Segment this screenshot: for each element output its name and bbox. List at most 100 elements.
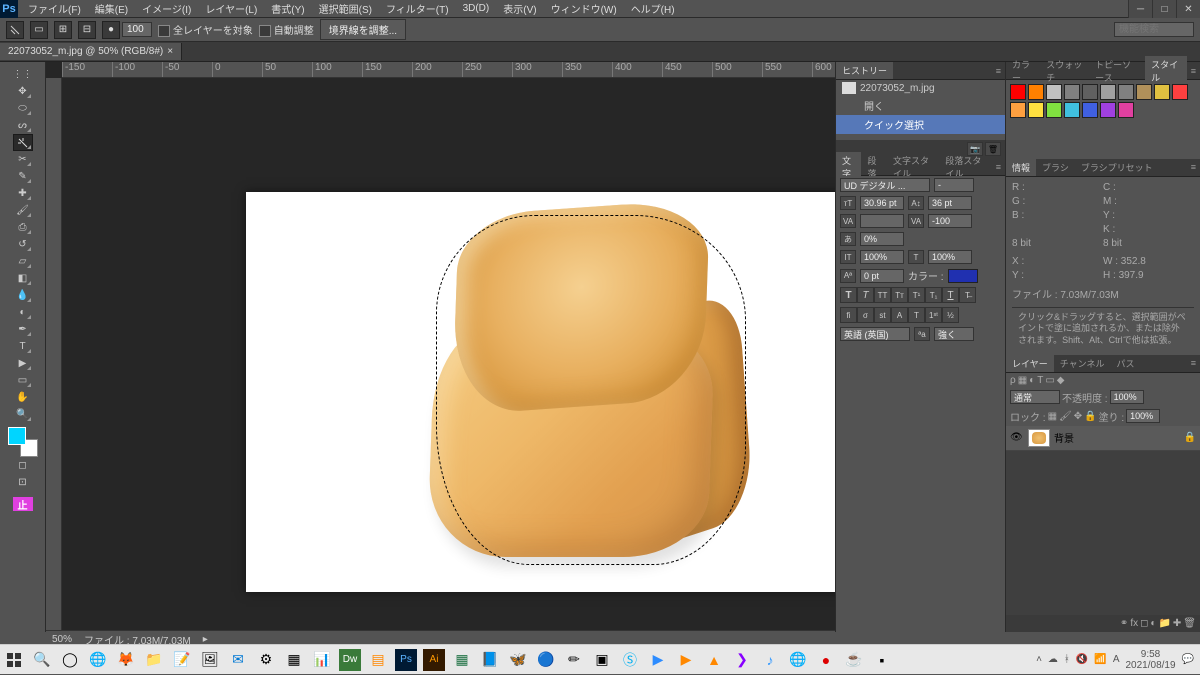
photos-icon[interactable]: 🖼 (196, 645, 224, 675)
tray-ime-icon[interactable]: A (1113, 654, 1120, 665)
lock-pos-icon[interactable]: ✥ (1074, 411, 1082, 422)
lock-trans-icon[interactable]: ▦ (1048, 411, 1057, 422)
brush-size-input[interactable] (122, 22, 152, 37)
swatch-item[interactable] (1028, 84, 1044, 100)
text-color-swatch[interactable] (948, 269, 978, 283)
auto-enhance-checkbox[interactable]: 自動調整 (259, 22, 314, 37)
menu-edit[interactable]: 編集(E) (89, 0, 134, 17)
swatch-item[interactable] (1064, 102, 1080, 118)
italic-button[interactable]: T (857, 287, 874, 303)
channels-tab[interactable]: チャンネル (1054, 355, 1111, 372)
stamp-tool[interactable]: ⎙ (13, 219, 33, 236)
visibility-icon[interactable]: 👁 (1010, 432, 1024, 443)
screenmode-toggle[interactable]: ⊡ (13, 474, 33, 491)
app-icon-2[interactable]: 📊 (308, 645, 336, 675)
menu-image[interactable]: イメージ(I) (136, 0, 197, 17)
st-button[interactable]: st (874, 307, 891, 323)
vscale-input[interactable] (860, 250, 904, 264)
all-layers-checkbox[interactable]: 全レイヤーを対象 (158, 22, 253, 37)
blur-tool[interactable]: 💧 (13, 287, 33, 304)
app-icon-3[interactable]: 📘 (476, 645, 504, 675)
leading-input[interactable] (928, 196, 972, 210)
fi-button[interactable]: fi (840, 307, 857, 323)
menu-layer[interactable]: レイヤー(L) (199, 0, 263, 17)
app-icon-1[interactable]: ▦ (280, 645, 308, 675)
selection-new-icon[interactable]: ▭ (30, 21, 48, 39)
drag-handle-icon[interactable]: ⋮⋮ (13, 66, 33, 83)
foreground-color[interactable] (8, 427, 26, 445)
brush-icon[interactable]: ● (102, 21, 120, 39)
baseline-input[interactable] (860, 269, 904, 283)
swatch-item[interactable] (1028, 102, 1044, 118)
selection-subtract-icon[interactable]: ⊟ (78, 21, 96, 39)
group-icon[interactable]: 📁 (1158, 618, 1170, 629)
subscript-button[interactable]: T₁ (925, 287, 942, 303)
tray-vol-icon[interactable]: 🔇 (1076, 654, 1088, 665)
panel-menu-icon[interactable]: ≡ (992, 162, 1005, 172)
gradient-tool[interactable]: ◧ (13, 270, 33, 287)
eyedropper-tool[interactable]: ✎ (13, 168, 33, 185)
chrome-icon[interactable]: 🌐 (84, 645, 112, 675)
aa-input[interactable] (934, 327, 974, 341)
swatch-item[interactable] (1136, 84, 1152, 100)
document-canvas[interactable] (246, 192, 835, 592)
music-icon[interactable]: ♪ (756, 645, 784, 675)
menu-help[interactable]: ヘルプ(H) (625, 0, 681, 17)
move-tool[interactable]: ✥ (13, 83, 33, 100)
lang-input[interactable] (840, 327, 910, 341)
opacity-input[interactable] (1110, 390, 1144, 404)
panel-menu-icon[interactable]: ≡ (1187, 358, 1200, 368)
layer-filter-icon[interactable]: ρ (1010, 375, 1016, 386)
tray-chevron-icon[interactable]: ˄ (1036, 654, 1042, 665)
swatch-item[interactable] (1118, 102, 1134, 118)
path-select-tool[interactable]: ▶ (13, 355, 33, 372)
swatch-item[interactable] (1082, 102, 1098, 118)
swatch-item[interactable] (1046, 102, 1062, 118)
menu-select[interactable]: 選択範囲(S) (313, 0, 378, 17)
swatch-item[interactable] (1046, 84, 1062, 100)
filter-type-icon[interactable]: T (1037, 375, 1043, 386)
swatch-item[interactable] (1064, 84, 1080, 100)
settings-icon[interactable]: ⚙ (252, 645, 280, 675)
crop-tool[interactable]: ✂ (13, 151, 33, 168)
panel-menu-icon[interactable]: ≡ (992, 66, 1005, 76)
menu-filter[interactable]: フィルター(T) (380, 0, 455, 17)
lasso-tool[interactable]: ᔕ (13, 117, 33, 134)
underline-button[interactable]: T (942, 287, 959, 303)
globe-icon[interactable]: 🌐 (784, 645, 812, 675)
start-button[interactable] (0, 645, 28, 675)
swatch-item[interactable] (1154, 84, 1170, 100)
half-button[interactable]: ½ (942, 307, 959, 323)
hscale-input[interactable] (928, 250, 972, 264)
font-family-input[interactable] (840, 178, 930, 192)
canvas-area[interactable]: -150-100-5005010015020025030035040045050… (46, 62, 835, 632)
obs-icon[interactable]: ▣ (588, 645, 616, 675)
tray-wifi-icon[interactable]: 📶 (1094, 654, 1106, 665)
refine-edge-button[interactable]: 境界線を調整... (320, 19, 406, 40)
tool-preset-icon[interactable] (6, 21, 24, 39)
shape-tool[interactable]: ▭ (13, 372, 33, 389)
tracking-input[interactable] (928, 214, 972, 228)
search-icon[interactable]: 🔍 (28, 645, 56, 675)
app-icon-5[interactable]: ✏ (560, 645, 588, 675)
brush-tool[interactable]: 🖌 (13, 202, 33, 219)
layer-background[interactable]: 👁 背景 🔒 (1006, 426, 1200, 451)
strike-button[interactable]: T̶ (959, 287, 976, 303)
history-doc[interactable]: 22073052_m.jpg (836, 80, 1005, 96)
menu-3d[interactable]: 3D(D) (457, 2, 496, 15)
blend-mode-input[interactable] (1010, 390, 1060, 404)
swatch-item[interactable] (1118, 84, 1134, 100)
paths-tab[interactable]: パス (1110, 355, 1140, 372)
app-icon-4[interactable]: 🔵 (532, 645, 560, 675)
tsume-input[interactable] (860, 232, 904, 246)
fx-icon[interactable]: fx (1130, 618, 1138, 629)
close-tab-icon[interactable]: × (167, 46, 173, 57)
selection-add-icon[interactable]: ⊞ (54, 21, 72, 39)
maximize-button[interactable]: □ (1152, 0, 1176, 18)
panel-menu-icon[interactable]: ≡ (1187, 162, 1200, 172)
search-input[interactable] (1114, 22, 1194, 37)
brushpreset-tab[interactable]: ブラシプリセット (1075, 159, 1159, 176)
menu-window[interactable]: ウィンドウ(W) (545, 0, 623, 17)
lock-all-icon[interactable]: 🔒 (1084, 411, 1096, 422)
bold-button[interactable]: T (840, 287, 857, 303)
